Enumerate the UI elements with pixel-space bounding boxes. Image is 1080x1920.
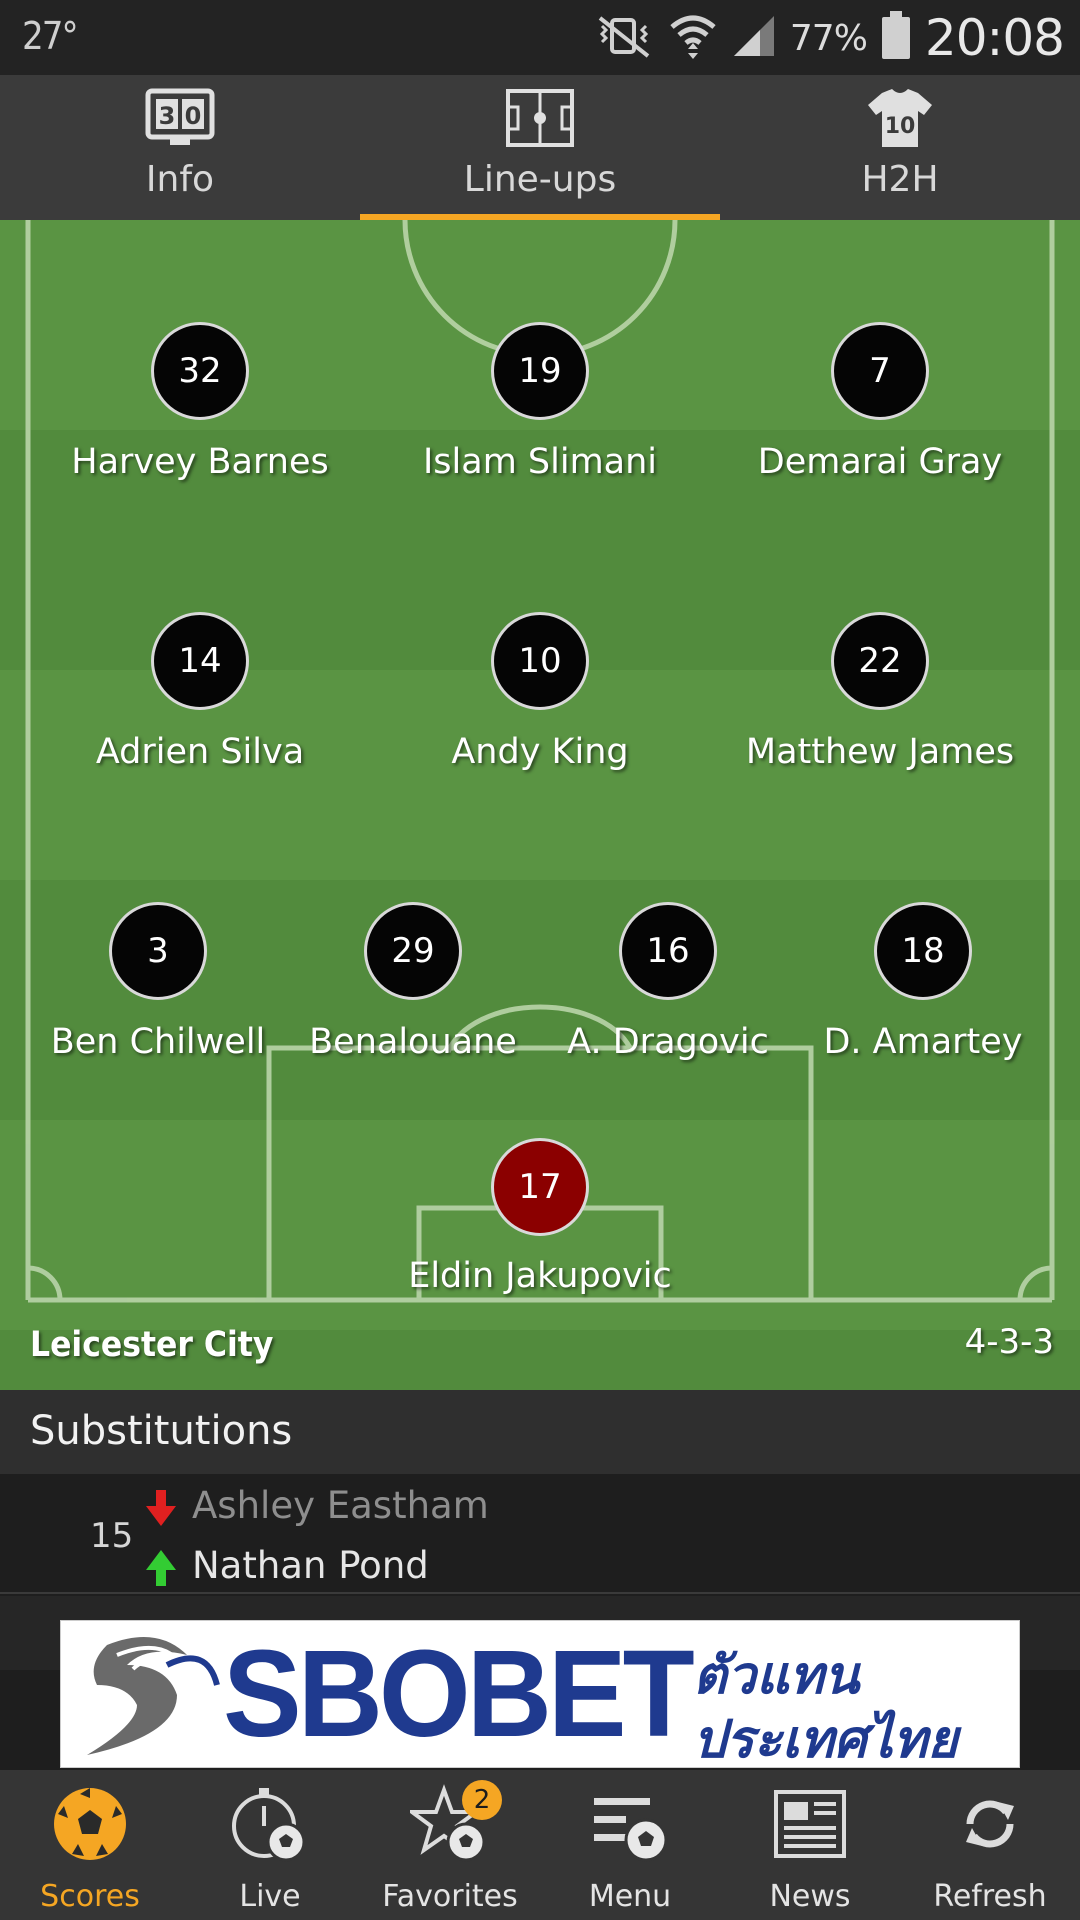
player-midfielder-center[interactable]: 10 Andy King [420,612,660,772]
player-forward-center[interactable]: 19 Islam Slimani [420,322,660,482]
temperature-text: 27° [22,14,79,58]
match-tabs: 30 Info Line-ups 10 H2H [0,75,1080,220]
lineup-pitch: 32 Harvey Barnes 19 Islam Slimani 7 Dema… [0,220,1080,1390]
player-name: D. Amartey [823,1022,1023,1062]
vibrate-mute-icon [594,14,654,62]
tab-lineups-label: Line-ups [463,159,617,200]
nav-menu[interactable]: Menu [540,1770,720,1920]
clock: 20:08 [924,9,1065,67]
bottom-navigation: Scores Live 2 Favorites Menu News Refres… [0,1770,1080,1920]
nav-refresh[interactable]: Refresh [900,1770,1080,1920]
ad-thai-line2: ประเทศไทย [693,1710,958,1768]
battery-percent: 77% [789,17,868,59]
player-goalkeeper[interactable]: 17 Eldin Jakupovic [408,1138,672,1296]
nav-scores-label: Scores [40,1879,140,1914]
formation: 4-3-3 [964,1322,1054,1362]
player-number: 3 [109,902,207,1000]
team-name: Leicester City [30,1325,274,1365]
tab-info[interactable]: 30 Info [0,75,360,220]
player-defender-1[interactable]: 3 Ben Chilwell [38,902,278,1062]
status-bar: 27° 77% 20:08 [0,0,1080,75]
player-number: 19 [491,322,589,420]
sbobet-logo-icon [67,1625,227,1767]
nav-refresh-label: Refresh [933,1879,1047,1914]
stopwatch-ball-icon [230,1784,310,1868]
signal-icon [732,14,776,62]
wifi-icon [668,11,718,65]
player-number: 18 [874,902,972,1000]
nav-menu-label: Menu [588,1879,672,1914]
soccer-ball-icon [50,1784,130,1868]
nav-news[interactable]: News [720,1770,900,1920]
favorites-badge: 2 [462,1780,502,1820]
scoreboard-icon: 30 [144,87,216,153]
player-name: Matthew James [745,732,1015,772]
newspaper-icon [770,1784,850,1868]
substitution-row[interactable]: 15 Ashley Eastham Nathan Pond [0,1474,1080,1594]
battery-icon [881,11,911,65]
player-number: 32 [151,322,249,420]
player-out: Ashley Eastham [192,1484,489,1527]
substitution-minute: 15 [90,1516,134,1556]
player-midfielder-right[interactable]: 22 Matthew James [746,612,1014,772]
status-icons: 77% 20:08 [594,8,1065,68]
arrow-down-icon [146,1490,176,1532]
player-defender-3[interactable]: 16 A. Dragovic [548,902,788,1062]
nav-live[interactable]: Live [180,1770,360,1920]
player-forward-right[interactable]: 7 Demarai Gray [758,322,1002,482]
svg-text:10: 10 [885,114,916,139]
player-number: 29 [364,902,462,1000]
nav-scores[interactable]: Scores [0,1770,180,1920]
refresh-icon [950,1784,1030,1868]
player-name: Islam Slimani [422,442,658,482]
player-number: 7 [831,322,929,420]
arrow-up-icon [146,1550,176,1592]
nav-live-label: Live [239,1879,301,1914]
player-number: 10 [491,612,589,710]
player-name: Harvey Barnes [71,442,329,482]
svg-text:0: 0 [185,102,202,130]
nav-favorites[interactable]: 2 Favorites [360,1770,540,1920]
player-in: Nathan Pond [192,1544,429,1587]
player-name: Andy King [451,732,629,772]
ad-brand: SBOBET [223,1624,695,1764]
pitch-icon [504,87,576,153]
player-number: 17 [491,1138,589,1236]
player-number: 14 [151,612,249,710]
player-name: Adrien Silva [95,732,305,772]
nav-news-label: News [769,1879,851,1914]
player-defender-2[interactable]: 29 Benalouane [293,902,533,1062]
substitutions-header: Substitutions [0,1390,1080,1474]
tab-h2h[interactable]: 10 H2H [720,75,1080,220]
tab-lineups[interactable]: Line-ups [360,75,720,220]
player-number: 22 [831,612,929,710]
ad-banner[interactable]: SBOBET ตัวแทน ประเทศไทย [60,1620,1020,1768]
jersey-icon: 10 [864,87,936,153]
player-number: 16 [619,902,717,1000]
substitutions-title: Substitutions [30,1408,293,1454]
svg-text:3: 3 [159,102,176,130]
nav-favorites-label: Favorites [382,1879,518,1914]
player-defender-4[interactable]: 18 D. Amartey [803,902,1043,1062]
tab-h2h-label: H2H [861,159,939,200]
player-forward-left[interactable]: 32 Harvey Barnes [71,322,329,482]
player-name: Demarai Gray [757,442,1003,482]
tab-info-label: Info [145,159,215,200]
player-midfielder-left[interactable]: 14 Adrien Silva [80,612,320,772]
player-name: Eldin Jakupovic [408,1256,672,1296]
menu-ball-icon [590,1784,670,1868]
